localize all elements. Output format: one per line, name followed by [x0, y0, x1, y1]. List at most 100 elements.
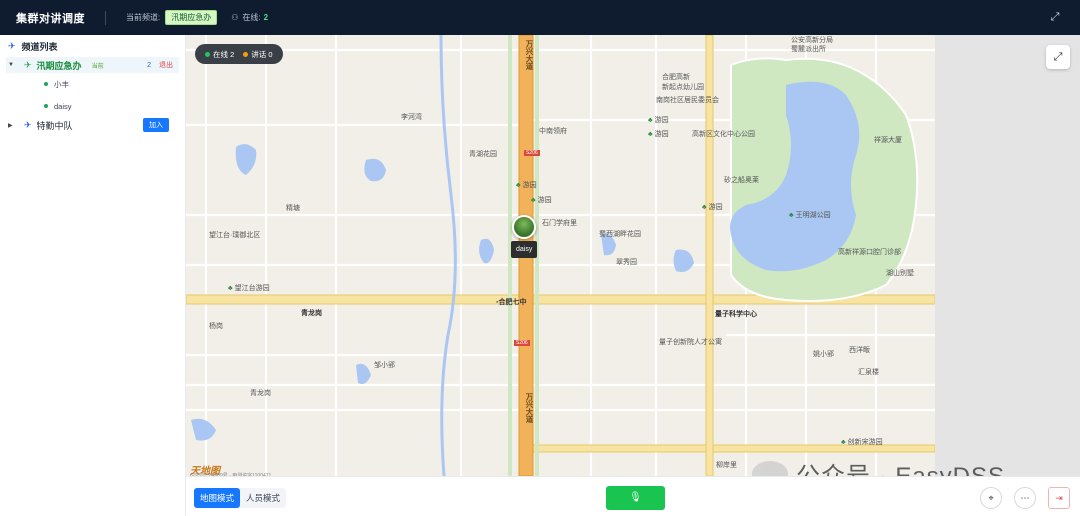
map-status-pill: 在线 2 讲话 0 [195, 44, 283, 64]
place-label: 精塘 [286, 205, 300, 212]
chevron-down-icon[interactable]: ▼ [8, 62, 18, 68]
place-label-quantum: 量子科学中心 [715, 311, 757, 318]
talking-status-count: 0 [268, 49, 273, 59]
exit-channel-button[interactable]: 退出 [159, 60, 173, 70]
place-label: 合肥高新 [662, 74, 690, 81]
top-bar: 集群对讲调度 当前频道: 汛期应急办 ⚇ 在线: 2 ⤢ [0, 0, 1080, 35]
road-label-wanxing-bottom: 万兴大道 [525, 393, 534, 423]
channel-icon: ✈ [24, 59, 32, 70]
channel-item-special[interactable]: ▶ ✈ 特勤中队 加入 [6, 117, 179, 133]
place-label: 量子创新院人才公寓 [659, 339, 722, 346]
park-label: ♣ 创新宋游园 [841, 439, 883, 446]
app-title: 集群对讲调度 [16, 12, 85, 25]
place-label: 姚小郢 [813, 351, 834, 358]
channel-item-emergency[interactable]: ▼ ✈ 汛期应急办 当前 2 退出 [6, 57, 179, 73]
microphone-icon: 🎙 [629, 492, 642, 503]
map-view[interactable]: 万兴大道 万兴大道 S206 S206 李河湾 中南领府 青湖花园 ♣ 游园 ♣ 游… [186, 35, 935, 476]
map-unloaded-area [935, 35, 1080, 476]
place-label-hefei7: ▪合肥七中 [496, 299, 527, 306]
place-label: 望江台·璞御北区 [209, 232, 261, 239]
place-label: 柳岸里 [716, 462, 737, 469]
place-label: 湖山别墅 [886, 270, 914, 277]
place-label: 新起点幼儿园 [662, 84, 704, 91]
online-count: 2 [263, 13, 269, 22]
member-avatar-marker[interactable] [512, 215, 536, 239]
park-label: ♣ 王明湖公园 [789, 212, 831, 219]
online-label: 在线: [242, 13, 261, 22]
place-label: 杨岗 [209, 323, 223, 330]
park-label: ♣ 游园 [516, 182, 537, 189]
place-label: 西洋畈 [849, 347, 870, 354]
map-mode-button[interactable]: 地图模式 [194, 488, 241, 508]
place-label: 青湖花园 [469, 151, 497, 158]
online-status: 在线 2 [205, 49, 234, 60]
place-label: 蜀麓派出所 [791, 46, 826, 53]
road-code-s206: S206 [514, 340, 530, 346]
place-label: 青龙岗 [301, 310, 322, 317]
member-name: 小丰 [54, 79, 69, 89]
chat-icon: ⋯ [1020, 493, 1030, 503]
talking-status-label: 讲话 [251, 49, 267, 59]
place-label: 汇泉楼 [858, 369, 879, 376]
chat-button[interactable]: ⋯ [1014, 487, 1036, 509]
walkie-icon: ✈ [8, 40, 16, 51]
member-count: 2 [147, 61, 151, 69]
talking-status: 讲话 0 [243, 49, 273, 60]
member-marker-label: daisy [511, 241, 538, 258]
channel-list-header: ✈ 频道列表 [0, 35, 185, 57]
place-label: 高新区文化中心公园 [692, 131, 755, 138]
topbar-divider [105, 10, 106, 25]
talking-dot [243, 51, 249, 57]
locate-button[interactable]: ⌖ [980, 487, 1002, 509]
users-icon: ⚇ [231, 13, 239, 22]
place-label: 石门学府里 [542, 220, 577, 227]
place-label: 南岗社区居民委员会 [656, 97, 719, 104]
park-label: ♣ 游园 [648, 131, 669, 138]
tree-icon: ♣ [531, 197, 536, 204]
online-status-label: 在线 [213, 49, 228, 59]
channel-icon: ✈ [24, 119, 32, 130]
exit-button[interactable]: ⇥ [1048, 487, 1070, 509]
member-item[interactable]: 小丰 [0, 73, 185, 95]
push-to-talk-button[interactable]: 🎙 [606, 486, 665, 510]
park-label: ♣ 游园 [531, 197, 552, 204]
channel-name: 汛期应急办 [36, 60, 82, 71]
current-channel-badge: 汛期应急办 [165, 10, 218, 25]
current-tag: 当前 [91, 63, 104, 70]
place-label: 青龙岗 [250, 390, 271, 397]
join-channel-button[interactable]: 加入 [143, 118, 169, 132]
online-status-count: 2 [230, 49, 235, 59]
park-label: ♣ 游园 [702, 204, 723, 211]
park-label: ♣ 望江台游园 [228, 285, 270, 292]
view-mode-toggle: 地图模式 人员模式 [194, 488, 287, 508]
chevron-right-icon[interactable]: ▶ [8, 122, 18, 129]
map-fullscreen-button[interactable]: ⤢ [1046, 45, 1070, 69]
online-indicator: ⚇ 在线: 2 [231, 12, 268, 23]
tree-icon: ♣ [648, 117, 653, 124]
fullscreen-icon: ⤢ [1053, 51, 1063, 63]
tree-icon: ♣ [841, 439, 846, 446]
member-item[interactable]: daisy [0, 95, 185, 117]
place-label: 高新祥源口腔门诊部 [838, 249, 901, 256]
place-label: 中南领府 [539, 128, 567, 135]
fullscreen-icon[interactable]: ⤢ [1048, 10, 1062, 24]
tree-icon: ♣ [789, 212, 794, 219]
online-dot [44, 104, 48, 108]
map-base [186, 35, 935, 476]
tree-icon: ♣ [648, 131, 653, 138]
tree-icon: ♣ [702, 204, 707, 211]
person-mode-button[interactable]: 人员模式 [240, 488, 286, 508]
online-dot [44, 82, 48, 86]
road-code-s206: S206 [524, 150, 540, 156]
bottom-toolbar: 地图模式 人员模式 🎙 ⌖ ⋯ ⇥ [186, 476, 1080, 516]
exit-icon: ⇥ [1055, 493, 1063, 503]
tree-icon: ♣ [516, 182, 521, 189]
locate-icon: ⌖ [988, 493, 994, 503]
road-label-wanxing-top: 万兴大道 [525, 40, 534, 70]
tree-icon: ♣ [228, 285, 233, 292]
online-dot [205, 51, 210, 57]
park-label: ♣ 游园 [648, 117, 669, 124]
place-label: 祥源大厦 [874, 137, 902, 144]
member-name: daisy [54, 101, 72, 111]
channel-list-title: 频道列表 [21, 41, 58, 52]
